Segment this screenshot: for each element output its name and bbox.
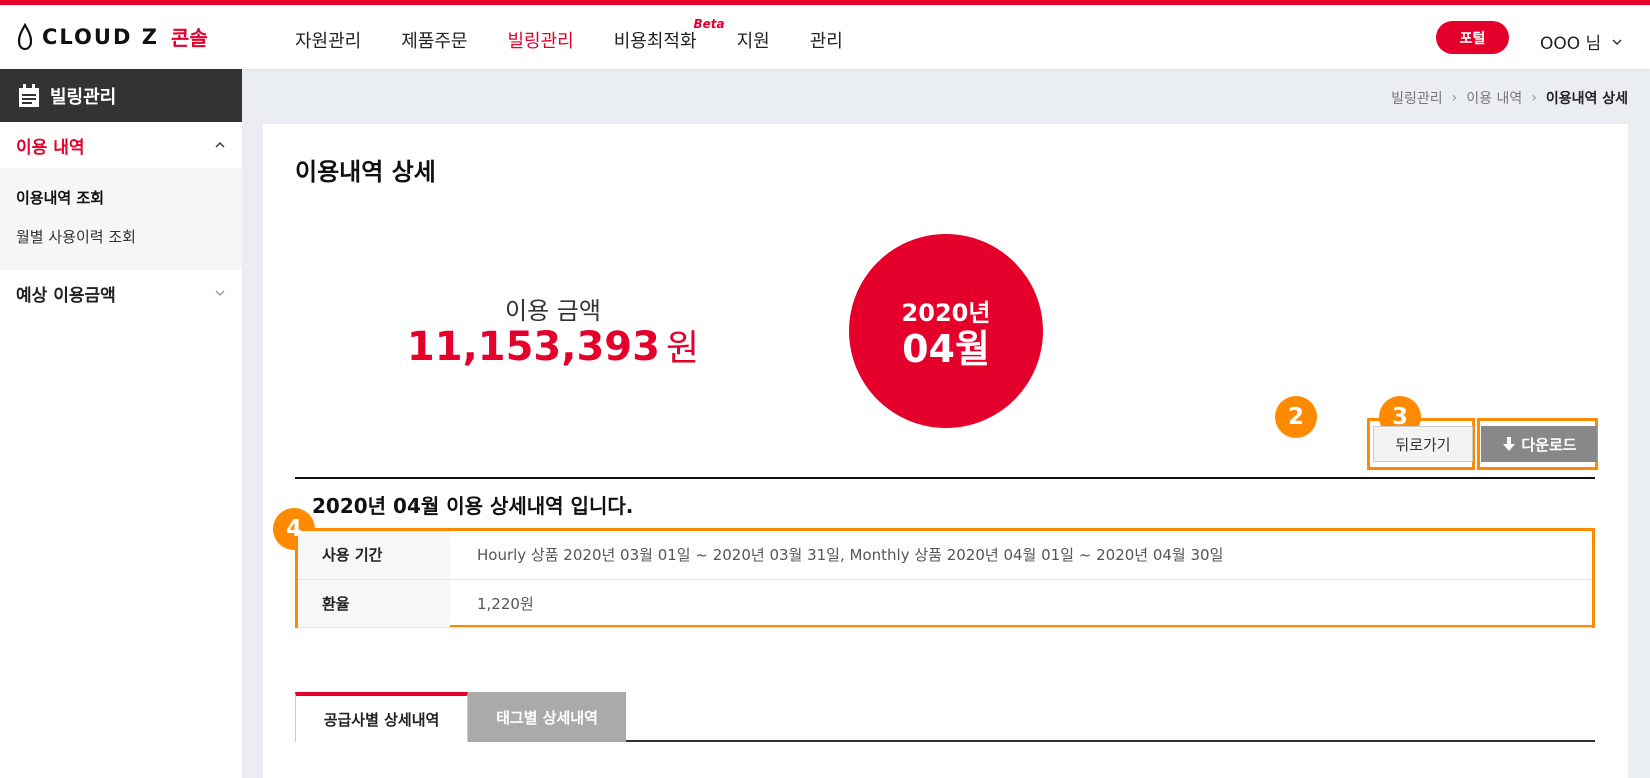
sidebar-title: 빌링관리 [50,86,117,108]
info-value-period: Hourly 상품 2020년 03월 01일 ~ 2020년 03월 31일,… [450,531,1592,580]
section-title: 2020년 04월 이용 상세내역 입니다. [312,494,634,518]
sidebar-group-usage[interactable]: 이용 내역 [0,122,242,168]
period-year: 2020년 [901,298,991,327]
nav-cost-optimization[interactable]: 비용최적화 Beta [613,17,725,53]
logo-text: CLOUD Z [42,24,159,49]
info-value-exchange-rate: 1,220원 [450,579,1592,628]
logo[interactable]: CLOUD Z 콘솔 [16,22,208,51]
logo-drop-icon [17,22,33,50]
usage-info-table: 사용 기간 Hourly 상품 2020년 03월 01일 ~ 2020년 03… [298,531,1592,628]
page-title: 이용내역 상세 [295,158,436,186]
nav-support[interactable]: 지원 [737,27,770,53]
tab-tag-detail[interactable]: 태그별 상세내역 [468,692,626,742]
breadcrumb-usage[interactable]: 이용 내역 [1466,88,1522,108]
main-nav: 자원관리 제품주문 빌링관리 비용최적화 Beta 지원 관리 [295,17,883,53]
period-month: 04월 [902,326,990,371]
beta-badge: Beta [693,17,725,31]
breadcrumb-separator-icon: › [1531,90,1537,106]
sidebar-group-estimated[interactable]: 예상 이용금액 [0,270,242,316]
calendar-icon [19,83,39,107]
table-row: 사용 기간 Hourly 상품 2020년 03월 01일 ~ 2020년 03… [298,531,1592,580]
nav-admin[interactable]: 관리 [810,27,843,53]
period-circle: 2020년 04월 [849,234,1043,428]
user-menu[interactable]: OOO 님 [1540,29,1623,54]
section-divider [295,477,1595,479]
nav-cost-optimization-label: 비용최적화 [613,31,697,52]
sidebar-item-usage-inquiry[interactable]: 이용내역 조회 [0,178,242,217]
table-row: 환율 1,220원 [298,579,1592,628]
amount-value: 11,153,393 원 [263,319,843,371]
sidebar: 빌링관리 이용 내역 이용내역 조회 월별 사용이력 조회 예상 이용금액 [0,69,242,778]
info-label-period: 사용 기간 [298,531,450,580]
tab-supplier-detail[interactable]: 공급사별 상세내역 [295,692,468,742]
chevron-down-icon [1612,38,1622,45]
sidebar-group-estimated-label: 예상 이용금액 [16,285,116,306]
top-bar: CLOUD Z 콘솔 자원관리 제품주문 빌링관리 비용최적화 Beta 지원 … [0,0,1650,69]
chevron-up-icon [215,142,225,148]
breadcrumb: 빌링관리 › 이용 내역 › 이용내역 상세 [1391,88,1628,108]
back-button[interactable]: 뒤로가기 [1373,426,1473,462]
amount-number: 11,153,393 [406,324,660,370]
sidebar-group-usage-label: 이용 내역 [16,137,85,158]
user-name: OOO 님 [1540,34,1602,54]
nav-resources[interactable]: 자원관리 [295,27,361,53]
download-label: 다운로드 [1521,436,1577,454]
detail-tabs: 공급사별 상세내역 태그별 상세내역 [295,692,1595,742]
breadcrumb-separator-icon: › [1451,90,1458,106]
chevron-down-icon [215,290,225,296]
nav-orders[interactable]: 제품주문 [401,27,467,53]
info-label-exchange-rate: 환율 [298,579,450,628]
annotation-badge-2: 2 [1275,396,1317,438]
breadcrumb-billing[interactable]: 빌링관리 [1391,88,1443,108]
sidebar-submenu-usage: 이용내역 조회 월별 사용이력 조회 [0,168,242,270]
portal-button[interactable]: 포털 [1436,21,1509,54]
logo-brand: 콘솔 [170,26,208,50]
content-panel: 이용내역 상세 이용 금액 11,153,393 원 2020년 04월 2 3 … [263,124,1628,778]
sidebar-item-monthly-history[interactable]: 월별 사용이력 조회 [0,217,242,256]
amount-unit: 원 [665,328,700,369]
nav-billing[interactable]: 빌링관리 [508,27,574,53]
download-arrow-icon [1503,437,1516,451]
sidebar-header: 빌링관리 [0,69,242,122]
download-button[interactable]: 다운로드 [1481,426,1597,462]
breadcrumb-current: 이용내역 상세 [1545,91,1628,107]
